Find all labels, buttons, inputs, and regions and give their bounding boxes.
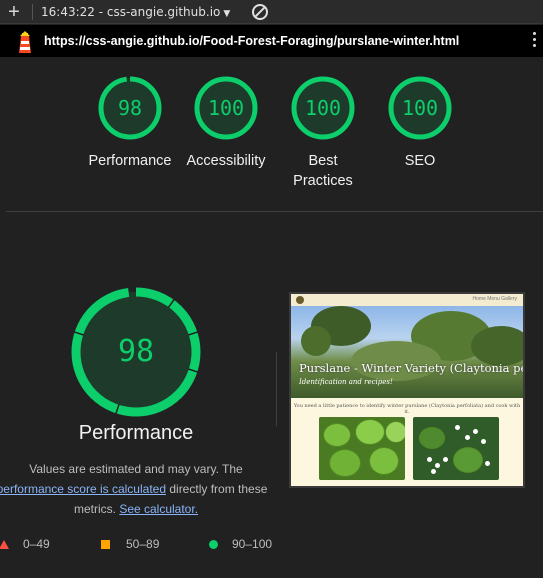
thumbnail-photo-flowers bbox=[413, 417, 499, 480]
description-line: metrics. bbox=[73, 502, 120, 516]
score-value: 100 bbox=[207, 96, 245, 120]
performance-description: Values are estimated and may vary. The p… bbox=[0, 459, 272, 519]
performance-score-link[interactable]: performance score is calculated bbox=[0, 479, 166, 499]
site-logo-icon bbox=[296, 296, 304, 304]
final-screenshot-thumbnail[interactable]: Home Menu Gallery Purslane - Winter Vari… bbox=[289, 292, 525, 488]
chevron-down-icon: ▼ bbox=[223, 8, 231, 19]
score-summary: 98 Performance 100 Accessibility 100 Bes… bbox=[0, 75, 543, 205]
legend-pass: 90–100 bbox=[209, 537, 272, 551]
gauge-label: Best Practices bbox=[293, 153, 353, 189]
square-icon bbox=[101, 539, 110, 549]
gauge-accessibility[interactable]: 100 Accessibility bbox=[176, 75, 276, 171]
clear-report-icon[interactable] bbox=[252, 3, 269, 20]
score-value: 100 bbox=[401, 96, 439, 120]
thumbnail-title: Purslane - Winter Variety (Claytonia per… bbox=[299, 361, 523, 375]
page-url[interactable]: https://css-angie.github.io/Food-Forest-… bbox=[44, 34, 459, 48]
triangle-icon bbox=[0, 539, 9, 549]
thumbnail-nav: Home Menu Gallery bbox=[291, 294, 523, 306]
report-timestamp-dropdown[interactable]: 16:43:22 - css-angie.github.io ▼ bbox=[41, 5, 230, 19]
lighthouse-icon bbox=[14, 28, 36, 54]
legend-fail-label: 0–49 bbox=[23, 537, 50, 551]
gauge-performance[interactable]: 98 Performance bbox=[80, 75, 180, 171]
browser-toolbar: + 16:43:22 - css-angie.github.io ▼ bbox=[0, 0, 543, 24]
gauge-best-practices[interactable]: 100 Best Practices bbox=[273, 75, 373, 191]
see-calculator-link[interactable]: See calculator. bbox=[119, 502, 198, 516]
score-ring: 100 bbox=[387, 75, 453, 141]
performance-gauge-large: 98 bbox=[68, 284, 204, 420]
thumbnail-text: You need a little patience to identify w… bbox=[293, 403, 521, 415]
gauge-label: SEO bbox=[404, 153, 436, 169]
gauge-label: Performance bbox=[88, 153, 172, 169]
score-ring: 100 bbox=[193, 75, 259, 141]
section-divider bbox=[6, 211, 543, 212]
vertical-divider bbox=[276, 352, 277, 426]
legend-average: 50–89 bbox=[101, 537, 159, 551]
score-ring: 98 bbox=[97, 75, 163, 141]
new-tab-icon[interactable]: + bbox=[0, 2, 28, 22]
score-ring: 100 bbox=[290, 75, 356, 141]
toolbar-divider bbox=[32, 3, 33, 20]
thumbnail-nav-links: Home Menu Gallery bbox=[472, 296, 517, 302]
performance-score: 98 bbox=[117, 334, 155, 369]
gauge-label: Accessibility bbox=[186, 153, 266, 169]
legend-fail: 0–49 bbox=[0, 537, 50, 551]
thumbnail-hero-image: Purslane - Winter Variety (Claytonia per… bbox=[291, 306, 523, 398]
legend-average-label: 50–89 bbox=[126, 537, 160, 551]
performance-title: Performance bbox=[78, 422, 194, 444]
legend-pass-label: 90–100 bbox=[232, 537, 273, 551]
thumbnail-photo-leaves bbox=[319, 417, 405, 480]
thumbnail-subtitle: Identification and recipes! bbox=[299, 378, 393, 386]
score-value: 100 bbox=[304, 96, 342, 120]
circle-icon bbox=[209, 539, 218, 549]
score-value: 98 bbox=[117, 96, 143, 120]
gauge-seo[interactable]: 100 SEO bbox=[370, 75, 470, 171]
report-url-bar: https://css-angie.github.io/Food-Forest-… bbox=[0, 25, 543, 57]
description-line: directly from these bbox=[166, 482, 268, 496]
description-line: Values are estimated and may vary. The bbox=[29, 462, 243, 476]
more-options-icon[interactable] bbox=[533, 32, 537, 50]
